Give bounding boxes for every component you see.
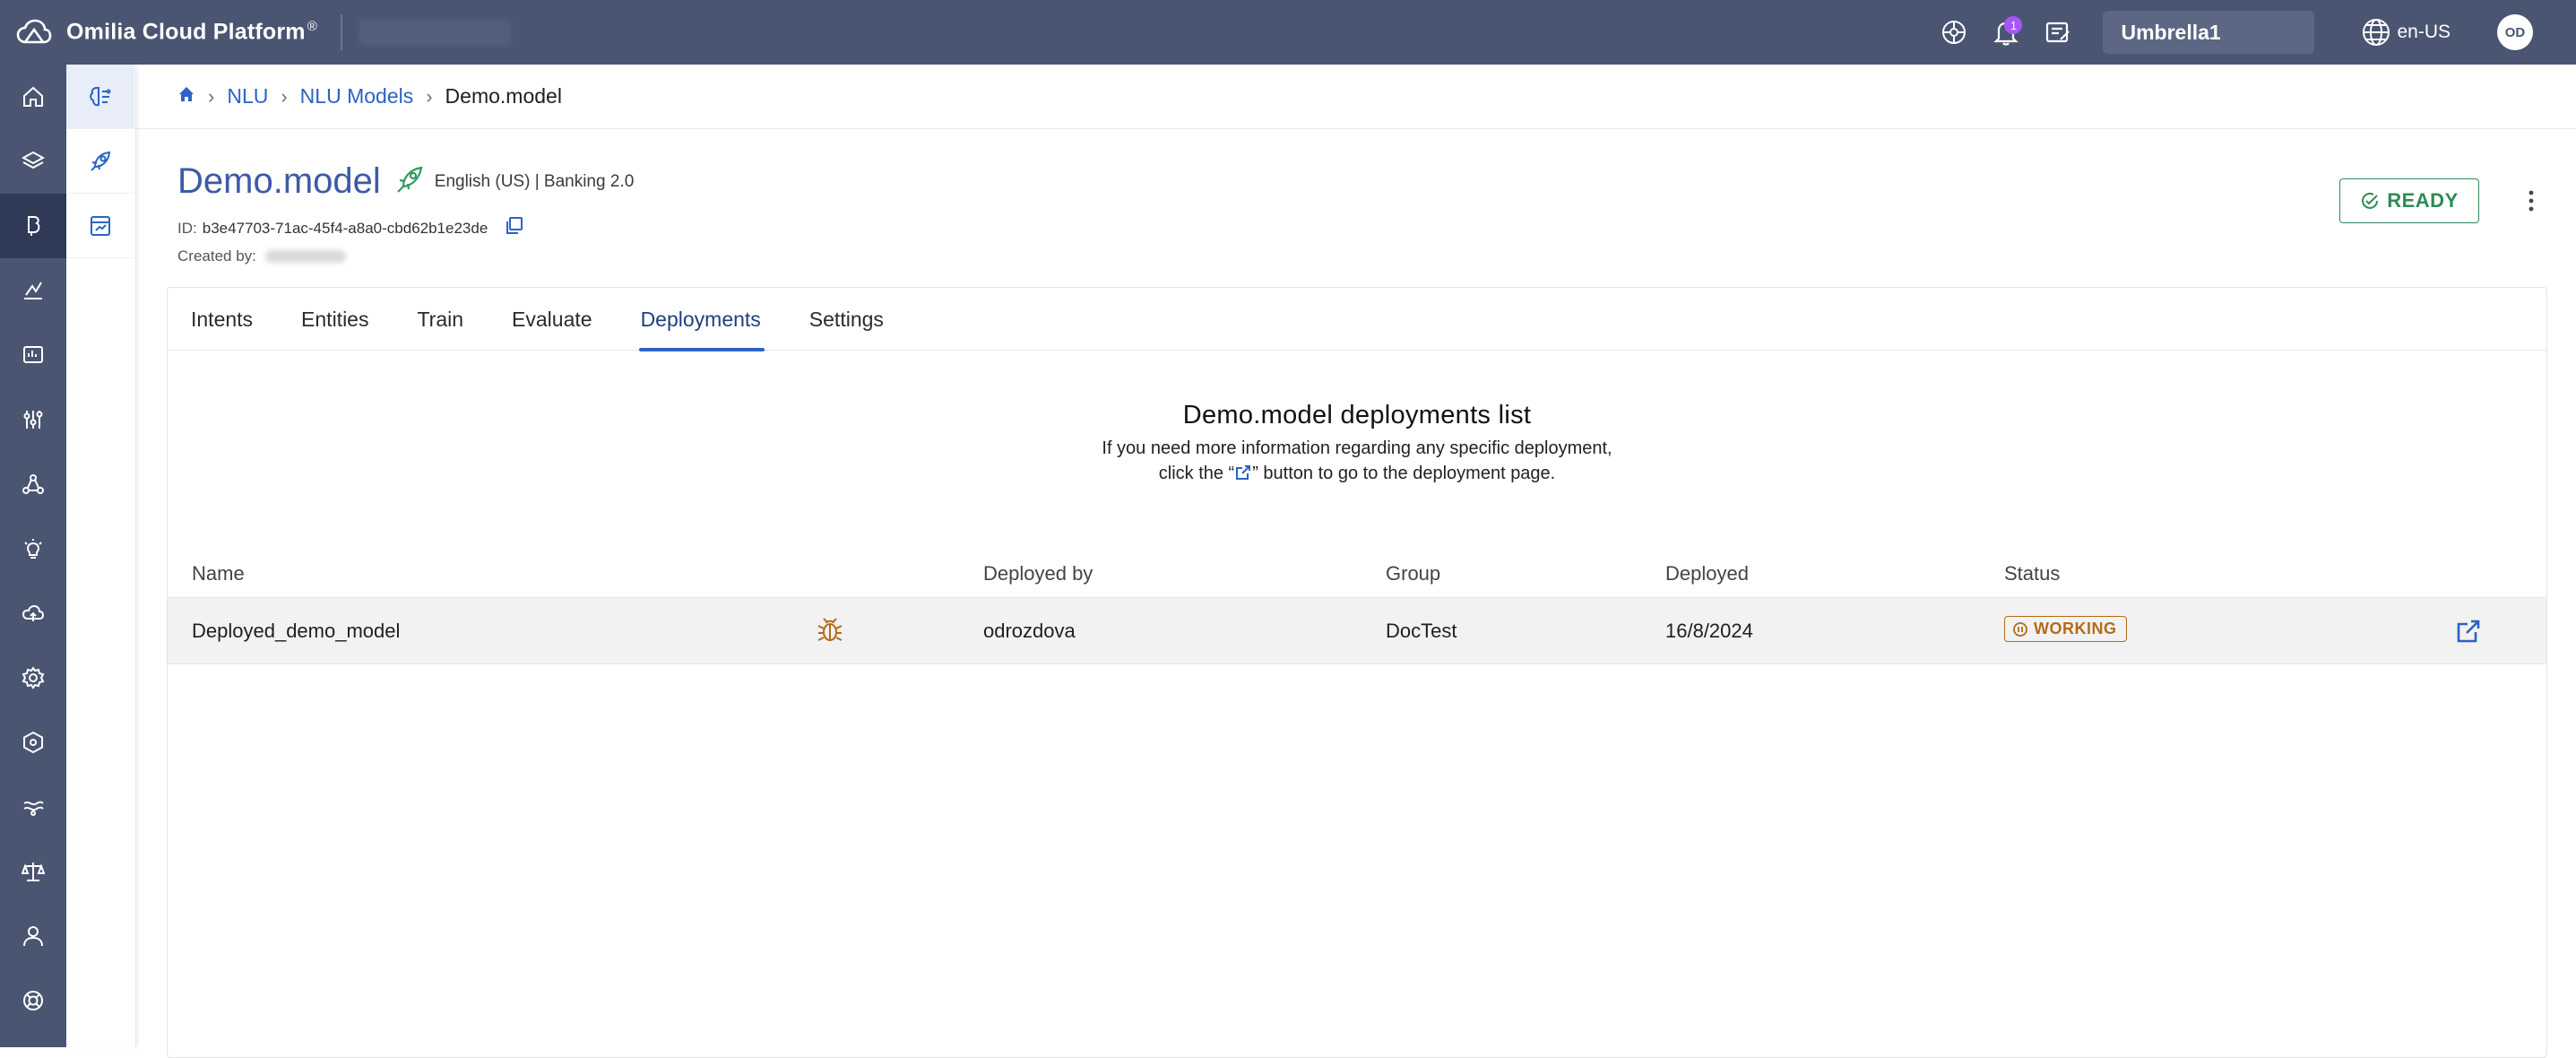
notifications-bell-icon[interactable]: 1 [1988, 14, 2024, 50]
deployments-description: If you need more information regarding a… [168, 436, 2546, 489]
copy-id-icon[interactable] [504, 216, 523, 240]
table-header: Name Deployed by Group Deployed Status [168, 548, 2546, 598]
tab-settings[interactable]: Settings [809, 288, 884, 351]
nav-monitor-icon[interactable] [0, 323, 66, 387]
table-row[interactable]: Deployed_demo_model odrozdova DocTest 16… [168, 598, 2546, 664]
status-badge: WORKING [2004, 616, 2127, 642]
column-header-deployed[interactable]: Deployed [1665, 562, 1749, 585]
open-deployment-external-link-icon[interactable] [2455, 618, 2482, 650]
breadcrumb-separator-icon: › [426, 84, 433, 108]
nav-settings-gear-icon[interactable] [0, 646, 66, 710]
model-status-button[interactable]: READY [2339, 178, 2479, 223]
more-options-icon[interactable] [2515, 185, 2547, 217]
breadcrumb-nlu[interactable]: NLU [227, 84, 268, 108]
tab-evaluate[interactable]: Evaluate [512, 288, 592, 351]
tab-intents[interactable]: Intents [191, 288, 253, 351]
model-header: Demo.model English (US) | Banking 2.0 ID… [177, 161, 634, 265]
deployments-header: Demo.model deployments list If you need … [168, 401, 2546, 489]
release-notes-icon[interactable] [2040, 14, 2076, 50]
column-header-group[interactable]: Group [1386, 562, 1440, 585]
created-by-redacted [264, 250, 346, 263]
page-title: Demo.model [177, 161, 381, 201]
top-bar: Omilia Cloud Platform ® 1 Umbrella1 en-U… [0, 0, 2576, 65]
globe-icon [2363, 19, 2390, 46]
breadcrumb: › NLU › NLU Models › Demo.model [136, 65, 2576, 129]
nav-nlu-icon[interactable] [0, 194, 66, 258]
main-nav-rail [0, 65, 66, 1047]
check-circle-icon [2362, 192, 2379, 209]
nav-bulb-icon[interactable] [0, 516, 66, 581]
external-link-icon [1234, 464, 1252, 489]
column-header-status[interactable]: Status [2004, 562, 2060, 585]
nav-network-icon[interactable] [0, 452, 66, 516]
breadcrumb-separator-icon: › [208, 84, 215, 108]
nav-layers-icon[interactable] [0, 129, 66, 194]
deployment-date: 16/8/2024 [1665, 620, 1753, 642]
help-wheel-icon[interactable] [1936, 14, 1972, 50]
created-by-line: Created by: [177, 247, 634, 265]
nav-balance-icon[interactable] [0, 839, 66, 904]
user-avatar[interactable]: OD [2497, 14, 2533, 50]
topbar-right: 1 Umbrella1 en-US OD [1936, 0, 2576, 65]
nav-user-icon[interactable] [0, 904, 66, 968]
deployment-group: DocTest [1386, 620, 1457, 642]
breadcrumb-current: Demo.model [445, 84, 562, 108]
pause-circle-icon [2013, 621, 2027, 637]
subnav-rocket-icon[interactable] [66, 129, 134, 194]
breadcrumb-nlu-models[interactable]: NLU Models [300, 84, 414, 108]
model-id-value: b3e47703-71ac-45f4-a8a0-cbd62b1e23de [202, 219, 488, 237]
column-header-name[interactable]: Name [192, 562, 245, 585]
tab-entities[interactable]: Entities [301, 288, 368, 351]
deployment-deployed-by: odrozdova [983, 620, 1076, 642]
deployed-rocket-icon [393, 163, 426, 200]
app-title: Omilia Cloud Platform ® [66, 19, 317, 45]
model-tabs: Intents Entities Train Evaluate Deployme… [168, 288, 2546, 351]
subnav-brain-icon[interactable] [66, 65, 134, 129]
nav-hexagon-icon[interactable] [0, 710, 66, 775]
model-id-line: ID: b3e47703-71ac-45f4-a8a0-cbd62b1e23de [177, 216, 634, 240]
brand[interactable]: Omilia Cloud Platform ® [14, 13, 317, 52]
language-selector[interactable]: en-US [2361, 17, 2451, 48]
tab-train[interactable]: Train [417, 288, 463, 351]
created-by-label: Created by: [177, 247, 256, 264]
topbar-divider [341, 14, 342, 50]
omilia-logo-icon [14, 13, 54, 52]
deployments-heading: Demo.model deployments list [1182, 401, 1532, 429]
model-id-label: ID: [177, 219, 197, 237]
tab-deployments[interactable]: Deployments [638, 288, 765, 351]
breadcrumb-separator-icon: › [281, 84, 288, 108]
model-sub-nav [66, 65, 136, 1047]
model-language-domain: English (US) | Banking 2.0 [434, 171, 635, 191]
nav-sliders-icon[interactable] [0, 387, 66, 452]
model-card: Intents Entities Train Evaluate Deployme… [167, 287, 2547, 1058]
subnav-report-icon[interactable] [66, 194, 134, 258]
nav-analytics-icon[interactable] [0, 258, 66, 323]
blurred-field [359, 19, 511, 46]
nav-cloud-icon[interactable] [0, 581, 66, 646]
breadcrumb-home-icon[interactable] [177, 84, 195, 108]
nav-flow-icon[interactable] [0, 775, 66, 839]
language-label: en-US [2397, 22, 2451, 42]
debug-bug-icon[interactable] [816, 616, 844, 650]
deployment-name: Deployed_demo_model [192, 620, 401, 642]
deployments-table: Name Deployed by Group Deployed Status D… [168, 548, 2546, 664]
nav-home-icon[interactable] [0, 65, 66, 129]
column-header-deployed-by[interactable]: Deployed by [983, 562, 1093, 585]
tenant-selector[interactable]: Umbrella1 [2103, 11, 2315, 54]
notification-badge: 1 [2004, 16, 2023, 34]
nav-support-icon[interactable] [0, 968, 66, 1033]
